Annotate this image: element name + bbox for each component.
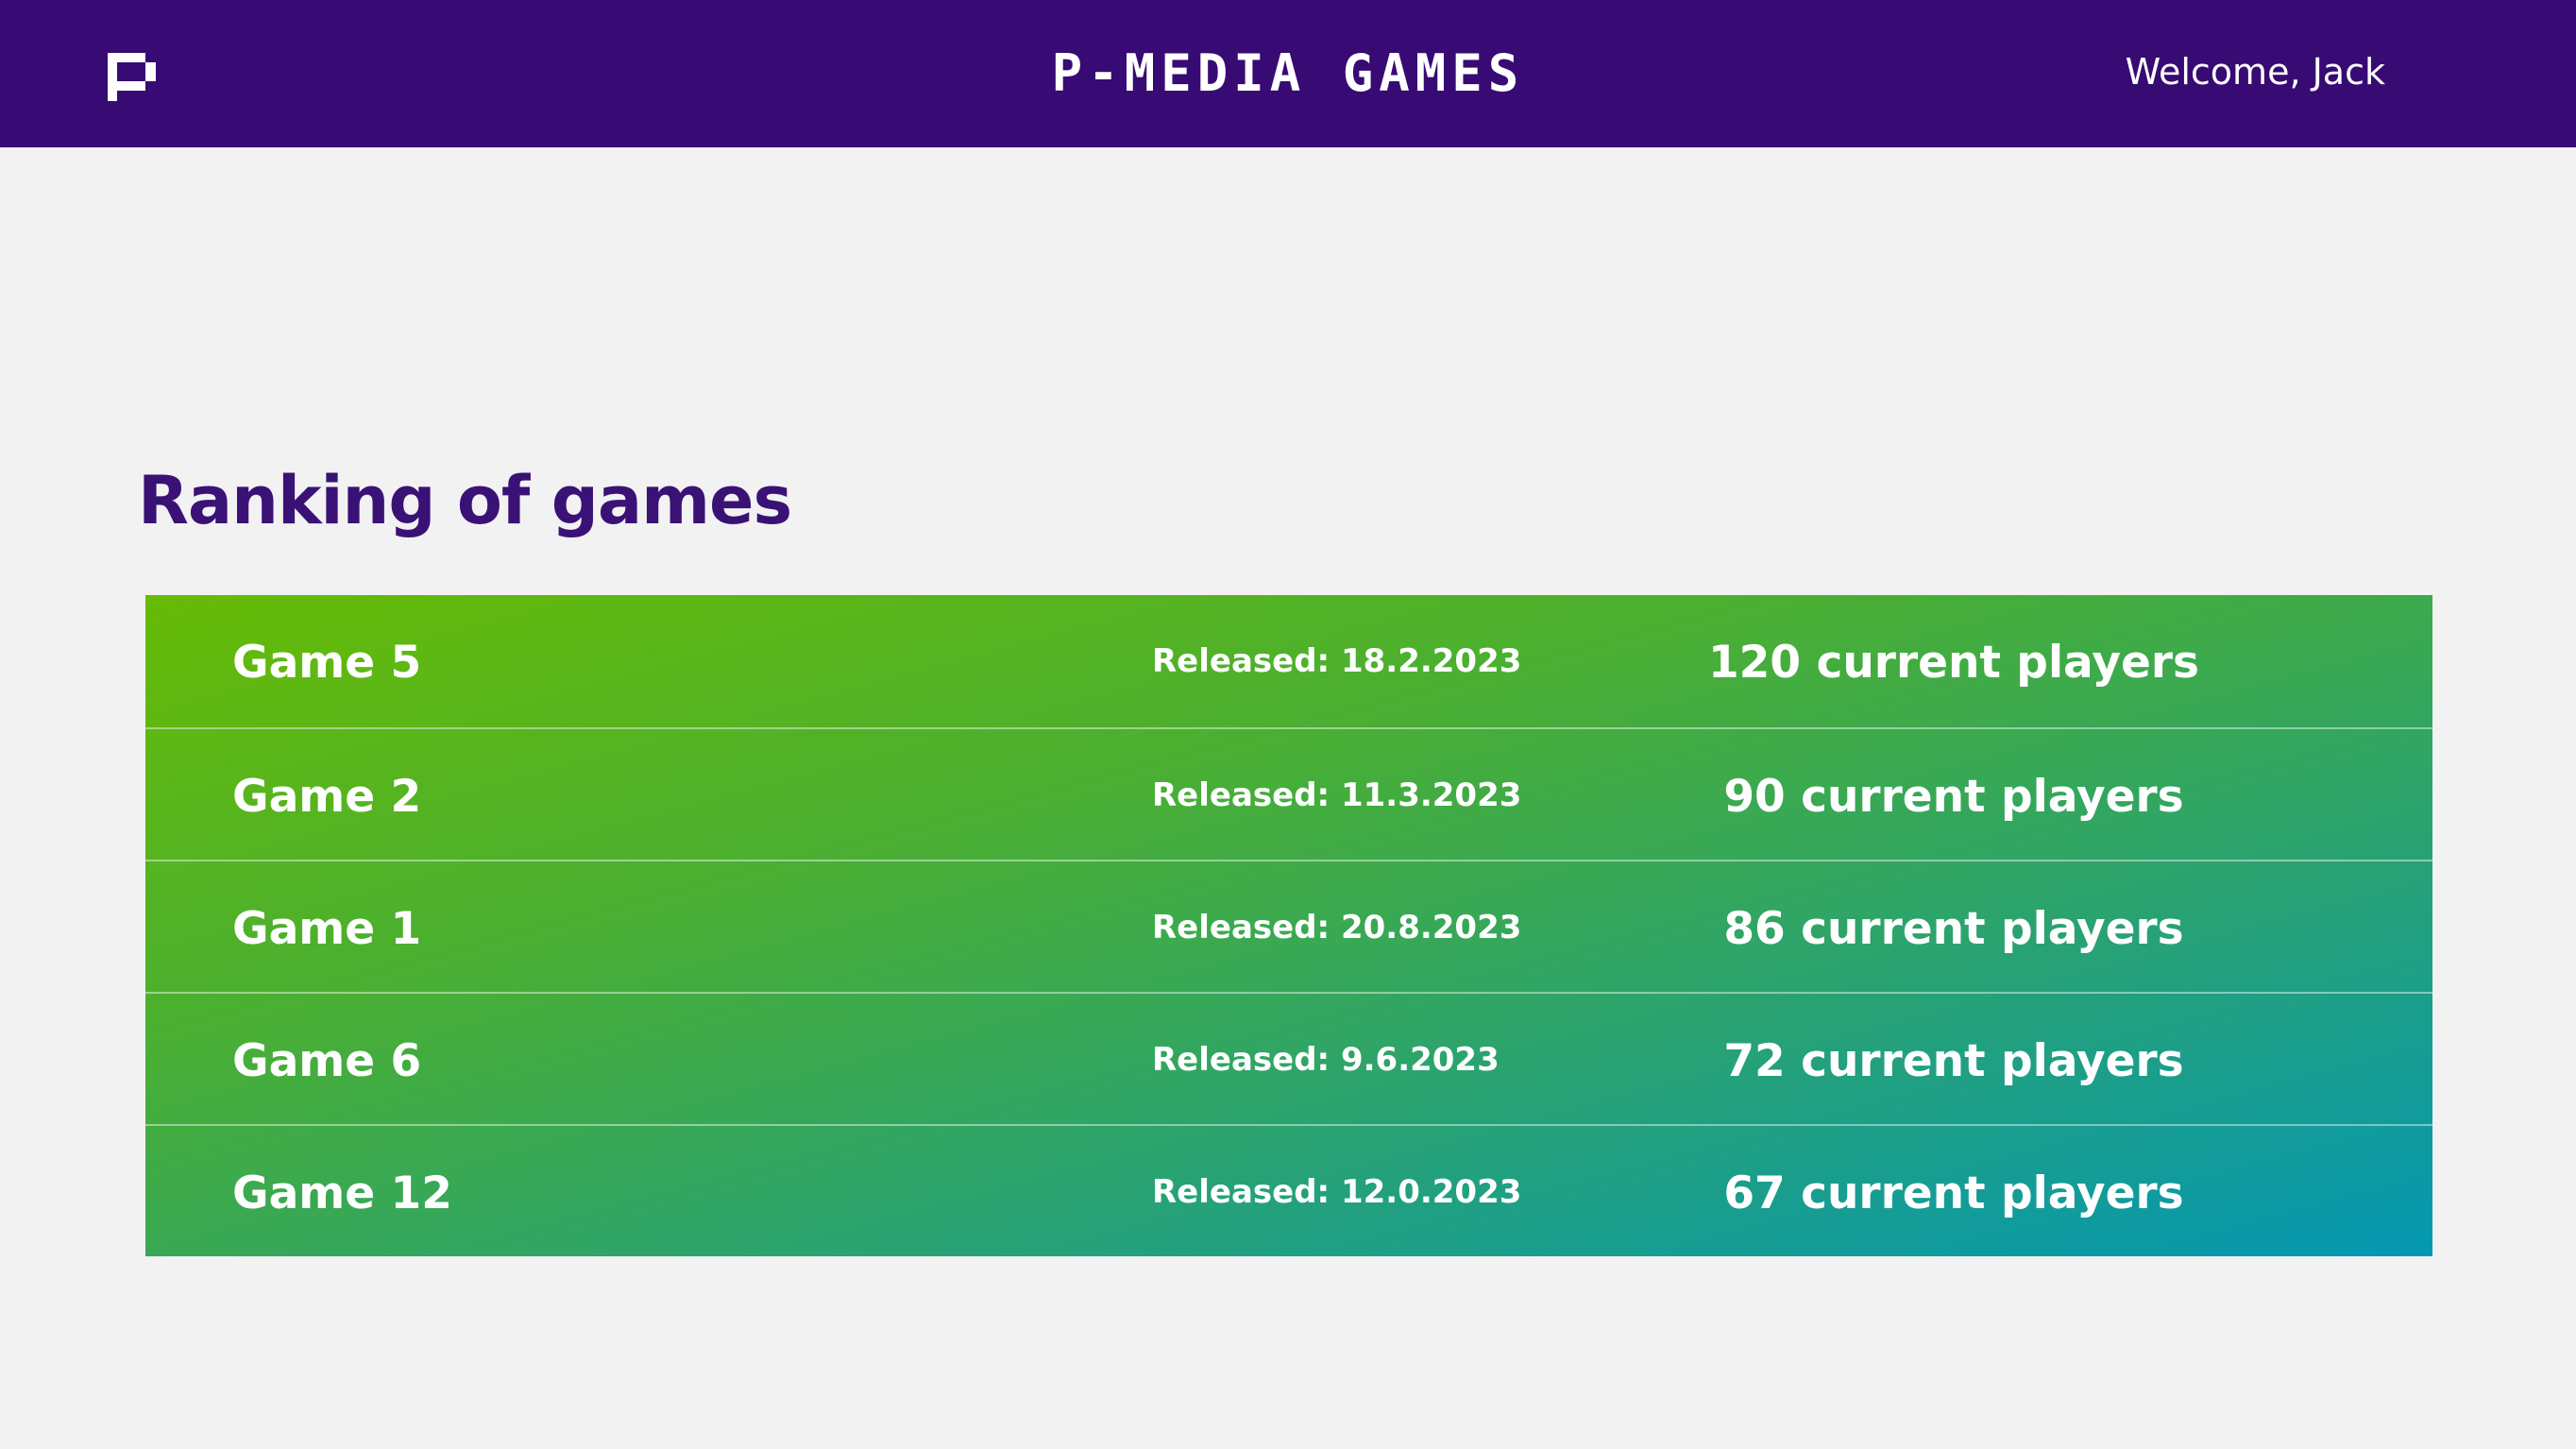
release-date: Released: 20.8.2023: [1152, 909, 1522, 946]
ranking-list: Game 5 Released: 18.2.2023 120 current p…: [145, 595, 2432, 1256]
game-name: Game 5: [232, 637, 422, 689]
ranking-row[interactable]: Game 5 Released: 18.2.2023 120 current p…: [145, 595, 2432, 727]
release-date: Released: 11.3.2023: [1152, 776, 1522, 814]
game-name: Game 1: [232, 903, 422, 955]
game-name: Game 6: [232, 1035, 422, 1087]
game-name: Game 2: [232, 771, 422, 823]
player-count: 90 current players: [1723, 771, 2184, 823]
game-name: Game 12: [232, 1168, 452, 1219]
ranking-row[interactable]: Game 2 Released: 11.3.2023 90 current pl…: [145, 727, 2432, 860]
player-count: 86 current players: [1723, 903, 2184, 955]
ranking-row[interactable]: Game 1 Released: 20.8.2023 86 current pl…: [145, 860, 2432, 992]
player-count: 120 current players: [1707, 637, 2199, 689]
release-date: Released: 12.0.2023: [1152, 1173, 1522, 1211]
release-date: Released: 9.6.2023: [1152, 1041, 1500, 1079]
welcome-message: Welcome, Jack: [2125, 51, 2385, 93]
player-count: 72 current players: [1723, 1035, 2184, 1087]
ranking-row[interactable]: Game 12 Released: 12.0.2023 67 current p…: [145, 1124, 2432, 1256]
ranking-row[interactable]: Game 6 Released: 9.6.2023 72 current pla…: [145, 992, 2432, 1124]
top-bar: P-MEDIA GAMES Welcome, Jack: [0, 0, 2576, 147]
release-date: Released: 18.2.2023: [1152, 642, 1522, 680]
player-count: 67 current players: [1723, 1168, 2184, 1219]
page-title: Ranking of games: [138, 462, 792, 539]
